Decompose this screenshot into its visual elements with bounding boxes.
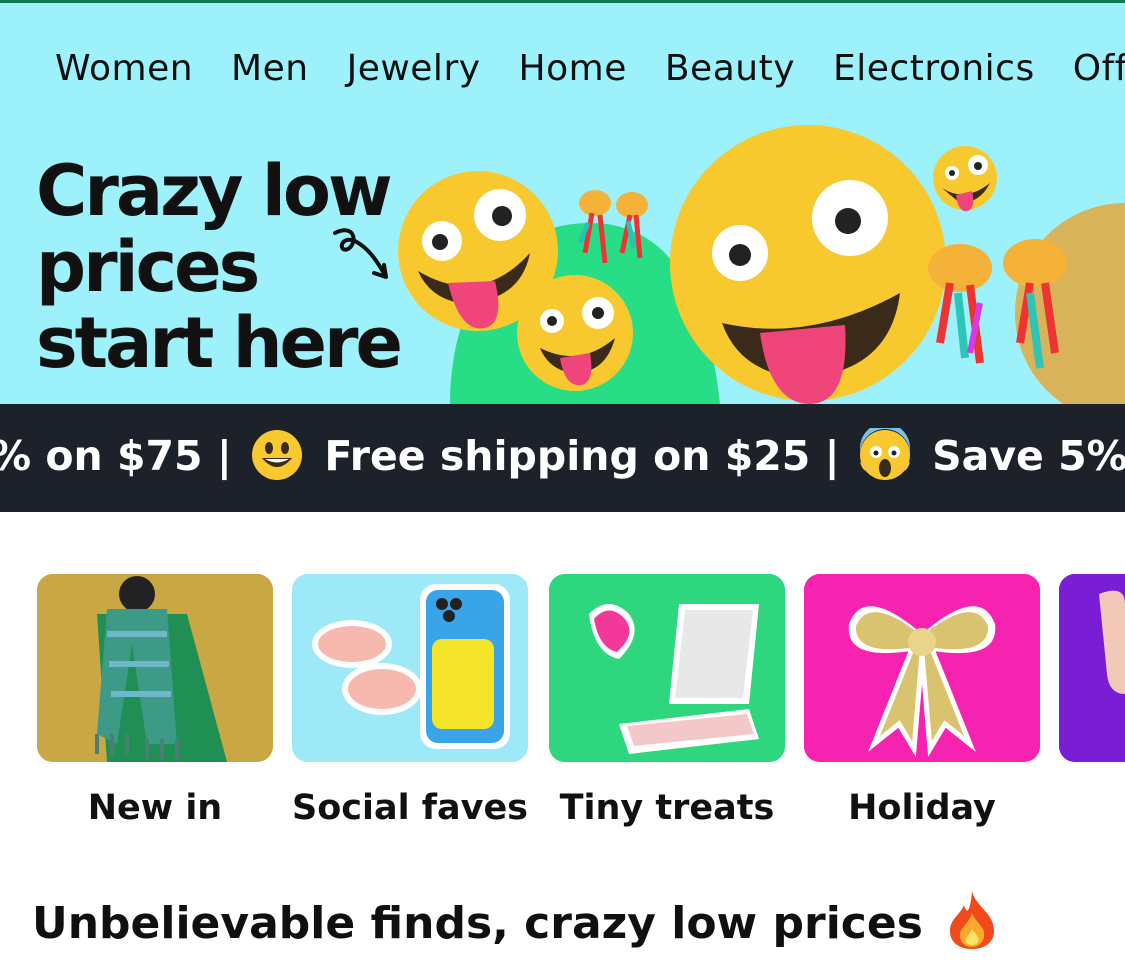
nav-item-beauty[interactable]: Beauty [665,48,795,89]
promo-ticker-text: % on $75 | Free shipping on $25 | Save 5… [0,428,1125,482]
promo-ticker[interactable]: % on $75 | Free shipping on $25 | Save 5… [0,404,1125,512]
nav-item-home[interactable]: Home [519,48,627,89]
nav-item-electronics[interactable]: Electronics [833,48,1035,89]
smiley-emoji-icon [252,430,303,480]
nav-item-office[interactable]: Office [1073,48,1125,89]
gold-bow-image [804,574,1040,762]
nav-item-women[interactable]: Women [55,48,193,89]
silly-face-emoji-small [517,275,633,391]
hero-banner[interactable]: Women Men Jewelry Home Beauty Electronic… [0,3,1125,404]
fire-emoji-icon [950,891,995,949]
hero-emoji-illustration [333,125,1125,404]
category-label-social-faves: Social faves [291,788,529,828]
screaming-face-emoji-icon [859,428,910,480]
silly-face-emoji-tiny [933,146,997,212]
category-card-partial[interactable] [1059,574,1125,762]
section-title-text: Unbelievable finds, crazy low prices [32,898,923,949]
category-card-holiday[interactable]: Holiday [804,574,1040,828]
promo-segment-2: Free shipping on $25 | [324,432,840,480]
category-carousel: New in Social faves Tiny treats Holiday [37,574,1125,828]
category-card-social-faves[interactable]: Social faves [292,574,528,828]
section-title: Unbelievable finds, crazy low prices [32,891,998,951]
nav-item-jewelry[interactable]: Jewelry [347,48,481,89]
makeup-mirror-image [549,574,785,762]
nav-item-men[interactable]: Men [231,48,309,89]
partial-tile-image [1059,574,1125,762]
promo-segment-3: Save 5% on [932,432,1125,480]
curly-arrow-icon [333,228,387,277]
category-card-tiny-treats[interactable]: Tiny treats [549,574,785,828]
category-card-new-in[interactable]: New in [37,574,273,828]
category-nav: Women Men Jewelry Home Beauty Electronic… [55,48,1125,89]
promo-segment-1: % on $75 | [0,432,232,480]
phone-case-image [292,574,528,762]
scarf-model-image [37,574,273,762]
category-label-holiday: Holiday [848,788,996,828]
